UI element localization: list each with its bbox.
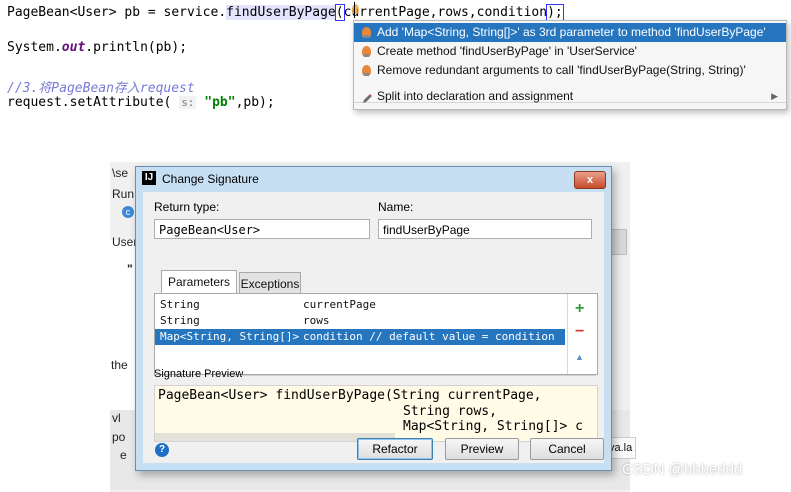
intention-label: Create method 'findUserByPage' in 'UserS… <box>377 44 637 58</box>
intention-label: Remove redundant arguments to call 'find… <box>377 63 746 77</box>
refactor-button[interactable]: Refactor <box>357 438 433 460</box>
background-code-fragment: the <box>111 358 128 372</box>
signature-line: PageBean<User> findUserByPage(String cur… <box>158 388 542 403</box>
method-name-field[interactable]: findUserByPage <box>378 219 592 239</box>
code-text: .println(pb); <box>85 40 188 55</box>
parameter-type: String <box>160 298 200 311</box>
text-caret <box>354 2 355 18</box>
parameters-table[interactable]: String currentPage String rows Map<Strin… <box>155 297 565 345</box>
signature-line: Map<String, String[]> c <box>403 419 584 434</box>
close-paren: ); <box>546 4 564 21</box>
background-code-fragment: vl <box>112 411 121 425</box>
remove-parameter-icon[interactable]: − <box>575 324 584 340</box>
parameter-type: String <box>160 314 200 327</box>
name-label: Name: <box>378 200 414 214</box>
parameter-hint: s: <box>179 96 197 109</box>
cancel-button[interactable]: Cancel <box>530 438 604 460</box>
move-up-icon[interactable]: ▲ <box>575 349 584 365</box>
bulb-icon <box>362 27 371 38</box>
tab-parameters[interactable]: Parameters <box>161 270 237 294</box>
background-path-fragment: \se <box>112 166 129 180</box>
close-button[interactable]: x <box>574 171 606 189</box>
dialog-body: Return type: PageBean<User> Name: findUs… <box>143 192 604 463</box>
change-signature-dialog[interactable]: IJ Change Signature x Return type: PageB… <box>135 166 612 471</box>
intention-item-add-parameter[interactable]: Add 'Map<String, String[]>' as 3rd param… <box>354 23 786 42</box>
intention-actions-popup[interactable]: Add 'Map<String, String[]>' as 3rd param… <box>353 20 787 110</box>
submenu-arrow-icon: ▶ <box>771 91 778 101</box>
preview-button[interactable]: Preview <box>445 438 519 460</box>
dialog-titlebar[interactable]: IJ Change Signature x <box>136 167 611 191</box>
return-type-field[interactable]: PageBean<User> <box>154 219 370 239</box>
background-code-fragment: e <box>120 448 127 462</box>
string-literal: "pb" <box>196 95 236 110</box>
signature-preview[interactable]: PageBean<User> findUserByPage(String cur… <box>154 385 598 442</box>
toolbar-divider <box>567 294 568 374</box>
class-icon: c <box>122 206 134 218</box>
code-comment[interactable]: //3.将PageBean存入request <box>7 77 195 96</box>
background-run-fragment: Run <box>112 187 135 201</box>
background-tab-fragment: User <box>112 235 138 249</box>
static-field: out <box>61 40 86 55</box>
watermark: CSDN @bbbeddd <box>622 461 743 478</box>
code-text: request.setAttribute( <box>7 95 180 110</box>
code-text: PageBean<User> pb = service. <box>7 5 227 20</box>
intention-item-remove-arguments[interactable]: Remove redundant arguments to call 'find… <box>354 61 786 80</box>
section-divider <box>241 375 596 376</box>
code-text: System. <box>7 40 62 55</box>
parameter-type: Map<String, String[]> <box>160 330 300 343</box>
pencil-icon <box>362 91 372 103</box>
add-parameter-icon[interactable]: + <box>575 301 584 317</box>
parameter-row[interactable]: String rows <box>155 313 565 329</box>
intention-item-split-declaration[interactable]: Split into declaration and assignment ▶ <box>354 87 786 106</box>
dialog-title: Change Signature <box>162 172 259 186</box>
parameter-name: condition // default value = condition <box>303 330 555 343</box>
bulb-icon <box>362 46 371 57</box>
help-icon[interactable]: ? <box>155 443 169 457</box>
open-paren: ( <box>334 4 345 21</box>
bulb-icon <box>362 65 371 76</box>
tab-exceptions[interactable]: Exceptions <box>239 272 301 294</box>
signature-preview-label: Signature Preview <box>154 368 244 380</box>
intention-label: Split into declaration and assignment <box>377 89 574 103</box>
call-arguments[interactable]: currentPage,rows,condition <box>344 5 548 20</box>
code-line-4[interactable]: request.setAttribute( s: "pb",pb); <box>7 95 275 110</box>
intention-label: Add 'Map<String, String[]>' as 3rd param… <box>377 25 766 39</box>
parameter-row[interactable]: String currentPage <box>155 297 565 313</box>
intellij-app-icon: IJ <box>142 171 156 185</box>
parameter-row-selected[interactable]: Map<String, String[]> condition // defau… <box>155 329 565 345</box>
parameter-name: currentPage <box>303 298 376 311</box>
code-line-2[interactable]: System.out.println(pb); <box>7 40 187 55</box>
parameters-panel: String currentPage String rows Map<Strin… <box>154 293 598 375</box>
code-line-1[interactable]: PageBean<User> pb = service.findUserByPa… <box>7 4 564 21</box>
code-text: ,pb); <box>235 95 275 110</box>
parameter-name: rows <box>303 314 330 327</box>
signature-line: String rows, <box>403 404 497 419</box>
intention-item-create-method[interactable]: Create method 'findUserByPage' in 'UserS… <box>354 42 786 61</box>
background-code-fragment: " <box>127 262 133 276</box>
background-file-tab: va.la <box>608 437 636 459</box>
background-code-fragment: po <box>112 430 126 444</box>
return-type-label: Return type: <box>154 200 220 214</box>
method-call-highlight[interactable]: findUserByPage <box>226 5 336 20</box>
